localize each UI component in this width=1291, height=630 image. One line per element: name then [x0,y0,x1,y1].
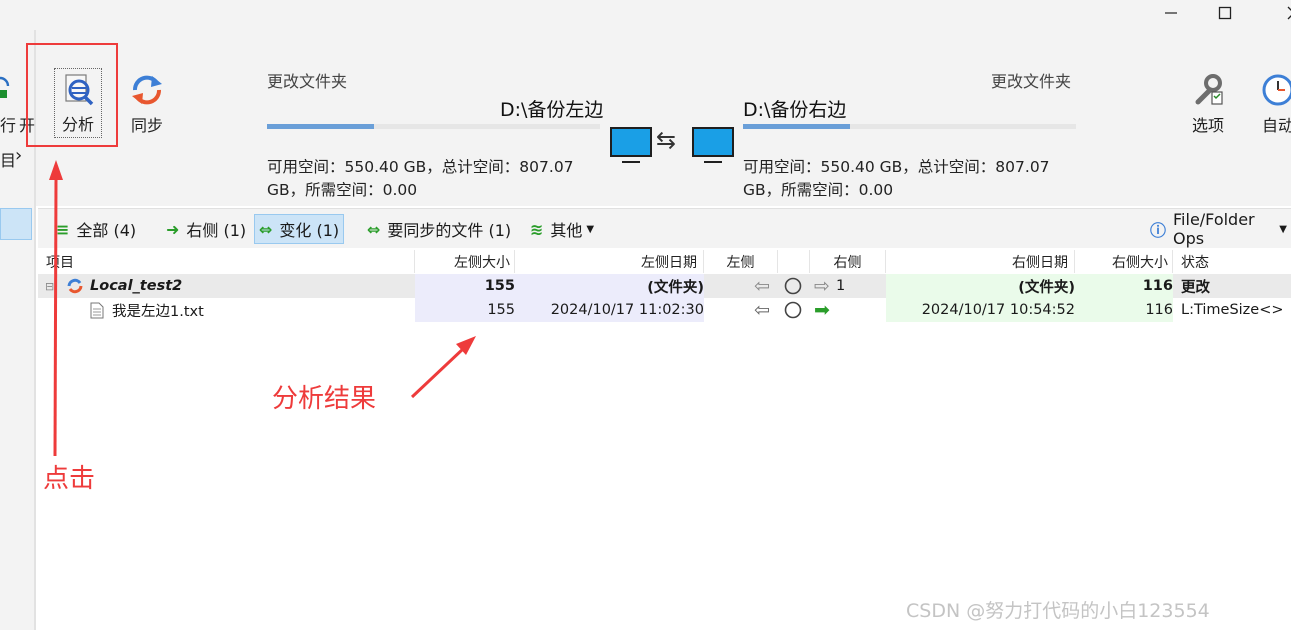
watermark: CSDN @努力打代码的小白123554 [906,600,1210,622]
annotation-click-label: 点击 [43,464,96,494]
annotation-arrows [49,160,476,457]
annotation-result-label: 分析结果 [272,384,377,414]
